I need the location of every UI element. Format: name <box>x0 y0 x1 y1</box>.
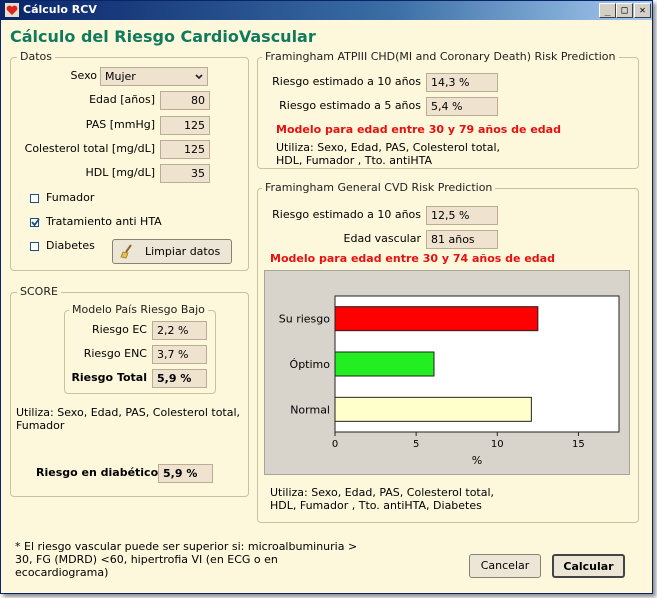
riesgo-total-label: Riesgo Total <box>71 371 147 384</box>
riesgo-enc-label: Riesgo ENC <box>83 347 147 360</box>
hdl-input[interactable]: 35 <box>160 164 210 183</box>
fumador-checkbox[interactable] <box>30 194 39 203</box>
close-button[interactable]: ✕ <box>634 3 651 18</box>
modelo-legend: Modelo País Riesgo Bajo <box>69 303 208 316</box>
sexo-value: Mujer <box>105 70 136 83</box>
title-bar[interactable]: Cálculo RCV _ □ ✕ <box>1 1 652 20</box>
calcular-button[interactable]: Calcular <box>552 554 625 578</box>
edad-vascular-label: Edad vascular <box>343 232 421 245</box>
atp-legend: Framingham ATPIII CHD(MI and Coronary De… <box>262 50 619 63</box>
score-legend: SCORE <box>17 285 61 298</box>
edad-label: Edad [años] <box>89 93 155 106</box>
broom-icon <box>120 244 132 259</box>
score-utiliza-text: Utiliza: Sexo, Edad, PAS, Colesterol tot… <box>16 406 241 432</box>
cvd-legend: Framingham General CVD Risk Prediction <box>262 181 496 194</box>
x-axis-label: % <box>472 454 482 467</box>
cvd-utiliza-text: Utiliza: Sexo, Edad, PAS, Colesterol tot… <box>270 486 495 512</box>
colesterol-label: Colesterol total [mg/dL] <box>24 142 155 155</box>
limpiar-button[interactable]: Limpiar datos <box>112 239 232 264</box>
category-label: Su riesgo <box>279 313 331 326</box>
x-tick-label: 15 <box>572 439 585 450</box>
diabetes-checkbox[interactable] <box>30 242 39 251</box>
tratamiento-label: Tratamiento anti HTA <box>46 215 162 228</box>
footnote-text: * El riesgo vascular puede ser superior … <box>15 540 358 579</box>
bar-1 <box>334 351 435 377</box>
limpiar-label: Limpiar datos <box>145 245 221 258</box>
cvd-r10-label: Riesgo estimado a 10 años <box>272 208 421 221</box>
riesgo-ec-label: Riesgo EC <box>91 323 147 336</box>
riesgo-ec-value: 2,2 % <box>152 321 207 340</box>
atp-utiliza-text: Utiliza: Sexo, Edad, PAS, Colesterol tot… <box>276 141 501 167</box>
fumador-label: Fumador <box>46 191 95 204</box>
riesgo-enc-value: 3,7 % <box>152 345 207 364</box>
chevron-down-icon <box>195 74 203 80</box>
edad-input[interactable]: 80 <box>160 91 210 110</box>
edad-vascular-value: 81 años <box>426 230 498 249</box>
sexo-label: Sexo <box>70 69 97 82</box>
riesgo-total-value: 5,9 % <box>152 369 207 388</box>
colesterol-input[interactable]: 125 <box>160 140 210 159</box>
tratamiento-checkbox[interactable] <box>30 218 40 227</box>
diabeticos-label: Riesgo en diabéticos <box>36 466 165 479</box>
bar-0 <box>334 306 539 332</box>
main-window: Cálculo RCV _ □ ✕ Cálculo del Riesgo Car… <box>0 0 653 594</box>
window-title: Cálculo RCV <box>23 3 97 16</box>
category-label: Normal <box>290 403 330 416</box>
cvd-r10-value: 12,5 % <box>426 206 498 225</box>
atp-r5-label: Riesgo estimado a 5 años <box>279 99 421 112</box>
checkmark-icon <box>31 218 40 227</box>
bar-2 <box>334 396 532 422</box>
x-tick-label: 0 <box>332 439 338 450</box>
sexo-select[interactable]: Mujer <box>100 67 208 86</box>
diabetes-label: Diabetes <box>46 239 95 252</box>
cancel-button[interactable]: Cancelar <box>469 554 541 578</box>
cvd-modelo-warning: Modelo para edad entre 30 y 74 años de e… <box>270 252 555 265</box>
pas-label: PAS [mmHg] <box>85 118 155 131</box>
category-label: Óptimo <box>290 358 331 371</box>
chart-panel: Su riesgo Óptimo Normal 0 5 10 15% <box>264 270 630 475</box>
minimize-button[interactable]: _ <box>599 3 616 18</box>
diabeticos-value: 5,9 % <box>158 464 213 483</box>
app-heart-icon <box>5 3 19 17</box>
atp-r10-label: Riesgo estimado a 10 años <box>272 75 421 88</box>
hdl-label: HDL [mg/dL] <box>85 166 155 179</box>
atp-modelo-warning: Modelo para edad entre 30 y 79 años de e… <box>276 123 561 136</box>
risk-bar-chart: Su riesgo Óptimo Normal 0 5 10 15% <box>279 295 620 467</box>
page-title: Cálculo del Riesgo CardioVascular <box>10 27 316 46</box>
datos-legend: Datos <box>17 50 55 63</box>
x-tick-label: 10 <box>491 439 504 450</box>
atp-r10-value: 14,3 % <box>426 73 498 92</box>
maximize-button[interactable]: □ <box>616 3 633 18</box>
atp-r5-value: 5,4 % <box>426 97 498 116</box>
x-tick-label: 5 <box>413 439 419 450</box>
pas-input[interactable]: 125 <box>160 116 210 135</box>
